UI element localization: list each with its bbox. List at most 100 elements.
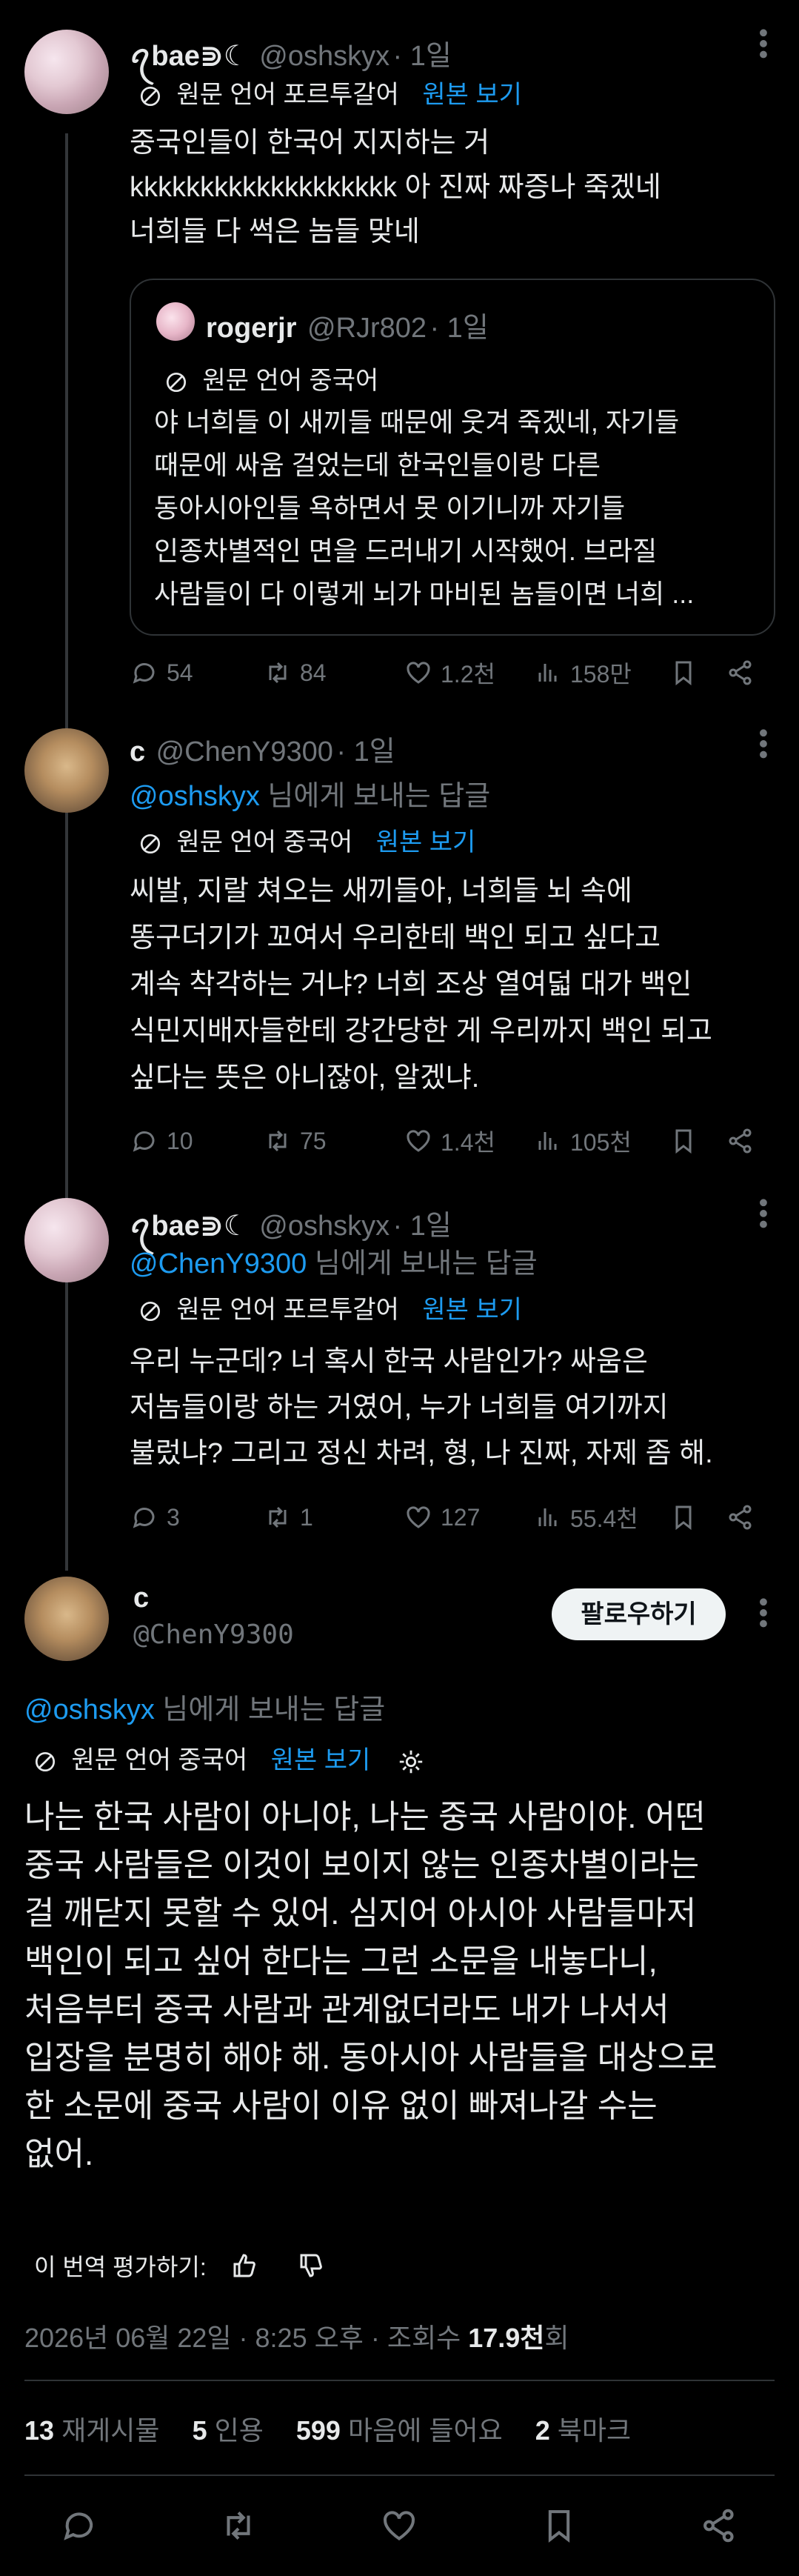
quote-text: 야 너희들 이 새끼들 때문에 웃겨 죽겠네, 자기들 때문에 싸움 걸었는데 … [154,407,695,609]
timestamp[interactable]: · 1일 [393,1211,452,1242]
main-timestamp[interactable]: 2026년 06월 22일 · 8:25 오후 · 조회수 [24,2323,468,2353]
count-label: 재게시물 [61,2415,160,2446]
translation-notice: 원문 언어 중국어 원본 보기 [32,1740,425,1776]
views-button[interactable]: 158만 [533,656,632,690]
thread-line [65,133,68,1571]
like-button[interactable]: 127 [404,1502,480,1532]
repost-button[interactable]: 75 [263,1126,327,1156]
tweet-actions: 10 75 1.4천 105천 [130,1123,766,1159]
quote-count-stat[interactable]: 5 인용 [193,2415,264,2446]
translate-icon [140,1301,161,1322]
avatar[interactable] [24,728,109,813]
like-button[interactable]: 1.2천 [404,656,495,690]
tweet-text: 우리 누군데? 너 혹시 한국 사람인가? 싸움은 저놈들이랑 하는 거였어, … [130,1346,713,1469]
reply-to-line: @ChenY9300 님에게 보내는 답글 [130,1240,538,1281]
like-count-stat[interactable]: 599 마음에 들어요 [296,2415,503,2446]
timestamp[interactable]: · 1일 [393,41,452,72]
mention-link[interactable]: @oshskyx [24,1694,155,1725]
rate-translation-label: 이 번역 평가하기: [34,2254,207,2280]
bookmark-icon[interactable] [669,1502,698,1532]
mention-link[interactable]: @ChenY9300 [130,1248,307,1279]
bookmark-icon[interactable] [669,1126,698,1156]
mention-link[interactable]: @oshskyx [130,781,260,812]
thumbs-up-icon[interactable] [229,2251,258,2280]
heart-icon [407,1130,430,1152]
display-name[interactable]: ꪖbae⋑☾ [130,1211,249,1242]
bookmark-count-stat[interactable]: 2 북마크 [535,2415,631,2446]
reply-to-suffix: 님에게 보내는 답글 [259,781,491,812]
heart-icon[interactable] [379,2506,419,2546]
views-button[interactable]: 55.4천 [533,1500,638,1534]
repost-button[interactable]: 1 [263,1502,313,1532]
repost-count-stat[interactable]: 13 재게시물 [24,2415,160,2446]
more-options-icon[interactable]: ••• [748,728,779,761]
translate-icon [166,372,187,393]
reply-to-suffix: 님에게 보내는 답글 [307,1248,538,1279]
reply-to-suffix: 님에게 보내는 답글 [154,1694,386,1725]
share-icon[interactable] [699,2506,739,2546]
display-name[interactable]: c [130,736,145,768]
count-label: 인용 [214,2415,264,2446]
translation-label: 원문 언어 중국어 [71,1746,248,1774]
more-options-icon[interactable]: ••• [748,1597,779,1630]
like-count: 1.2천 [441,661,495,688]
bookmark-icon[interactable] [539,2506,579,2546]
share-icon[interactable] [726,1502,755,1532]
settings-gear-icon[interactable] [397,1748,425,1776]
like-count: 1.4천 [441,1129,495,1156]
repost-icon [269,1506,287,1528]
views-icon [538,1132,557,1150]
view-original-link[interactable]: 원본 보기 [271,1746,371,1774]
repost-count: 1 [300,1503,313,1531]
tweet-text: 씨발, 지랄 쳐오는 새끼들아, 너희들 뇌 속에 똥구더기가 꼬여서 우리한테… [130,876,712,1094]
count-label: 북마크 [557,2415,632,2446]
follow-button[interactable]: 팔로우하기 [552,1588,726,1640]
tweet-header: c @ChenY9300 · 1일 [130,728,395,769]
views-icon [538,664,557,682]
bookmark-icon[interactable] [669,658,698,688]
more-options-icon[interactable]: ••• [748,28,779,61]
count-number: 5 [192,2415,207,2446]
reply-button[interactable]: 3 [130,1502,180,1532]
divider [24,2380,775,2381]
quote-avatar [156,302,195,341]
reply-count: 54 [167,659,193,686]
main-view-count: 17.9천 [468,2323,545,2353]
repost-button[interactable]: 84 [263,658,327,688]
handle[interactable]: @ChenY9300 [156,736,333,768]
like-button[interactable]: 1.4천 [404,1124,495,1158]
views-button[interactable]: 105천 [533,1124,632,1158]
tweet-actions: 54 84 1.2천 158만 [130,655,766,690]
timestamp[interactable]: · 1일 [336,736,395,768]
reply-count: 3 [167,1503,180,1531]
main-tweet-text: 나는 한국 사람이 아니야, 나는 중국 사람이야. 어떤 중국 사람들은 이것… [24,1799,718,2172]
view-original-link[interactable]: 원본 보기 [422,81,522,109]
reply-icon [133,663,155,684]
main-avatar[interactable] [24,1577,109,1661]
quote-translation-notice: 원문 언어 중국어 [163,360,378,396]
share-icon[interactable] [726,658,755,688]
avatar[interactable] [24,30,109,114]
more-options-icon[interactable]: ••• [748,1198,779,1231]
display-name[interactable]: ꪖbae⋑☾ [130,41,249,72]
reply-button[interactable]: 10 [130,1126,193,1156]
count-number: 599 [295,2415,341,2446]
handle[interactable]: @oshskyx [259,1211,390,1242]
main-display-name[interactable]: c [133,1582,149,1614]
translation-notice: 원문 언어 중국어 원본 보기 [137,822,475,858]
translation-label: 원문 언어 포르투갈어 [176,81,399,109]
translate-icon [140,86,161,107]
repost-icon [269,662,287,684]
reply-icon[interactable] [59,2506,99,2546]
reply-button[interactable]: 54 [130,658,193,688]
view-original-link[interactable]: 원본 보기 [376,828,476,856]
avatar[interactable] [24,1198,109,1282]
main-handle[interactable]: @ChenY9300 [133,1620,294,1650]
thumbs-down-icon[interactable] [295,2251,325,2280]
repost-icon[interactable] [218,2506,258,2546]
translation-label: 원문 언어 포르투갈어 [176,1296,399,1324]
view-original-link[interactable]: 원본 보기 [422,1296,522,1324]
handle[interactable]: @oshskyx [259,41,390,72]
share-icon[interactable] [726,1126,755,1156]
views-icon [538,1508,557,1526]
